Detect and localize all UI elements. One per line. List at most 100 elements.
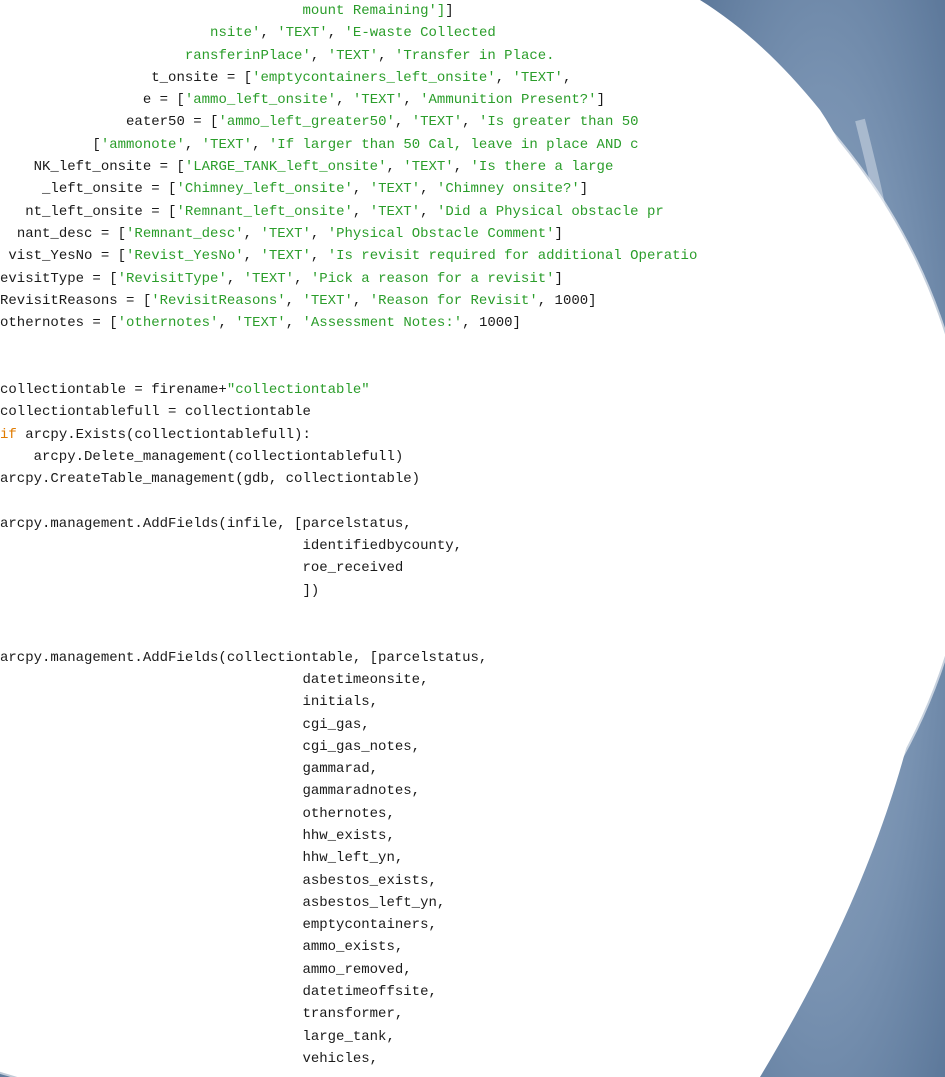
code-text: , xyxy=(420,203,437,220)
code-text: identifiedbycounty, xyxy=(0,538,463,555)
code-string: 'Is revisit required for additional Oper… xyxy=(327,248,698,265)
code-text: ] xyxy=(596,92,605,109)
code-string: 'Is there a large xyxy=(470,159,614,176)
code-string: 'Remnant_left_onsite' xyxy=(176,203,353,220)
code-text: ] xyxy=(579,181,589,198)
code-text: othernotes, xyxy=(0,805,395,822)
code-line: arcpy.management.AddFields(infile, [parc… xyxy=(0,513,945,535)
code-line: emptycontainers, xyxy=(0,914,945,936)
code-text: , xyxy=(243,248,261,265)
code-line: ransferinPlace', 'TEXT', 'Transfer in Pl… xyxy=(0,45,945,67)
code-text: , xyxy=(260,25,278,42)
code-line: RevisitReasons = ['RevisitReasons', 'TEX… xyxy=(0,290,945,312)
code-string: 'TEXT' xyxy=(243,270,295,287)
code-text: vist_YesNo = [ xyxy=(8,248,127,265)
code-line: roe_received xyxy=(0,557,945,579)
code-string: 'TEXT' xyxy=(369,181,421,198)
code-text: , xyxy=(285,292,303,309)
code-string: 'emptycontainers_left_onsite' xyxy=(252,69,496,86)
code-text: asbestos_exists, xyxy=(0,872,437,889)
code-string: 'RevisitReasons' xyxy=(151,292,286,309)
code-string: 'TEXT' xyxy=(411,114,463,131)
code-text: t_onsite = [ xyxy=(151,69,253,86)
code-string: 'TEXT' xyxy=(512,69,563,86)
code-text: , xyxy=(310,47,328,64)
code-line: datetimeonsite, xyxy=(0,669,945,691)
code-string: 'ammonote' xyxy=(100,136,185,153)
code-line: t_onsite = ['emptycontainers_left_onsite… xyxy=(0,67,945,89)
code-string: 'Assessment Notes:' xyxy=(302,315,463,332)
code-text: , xyxy=(243,225,261,242)
code-text: arcpy.Exists(collectiontablefull): xyxy=(16,426,311,443)
code-text: , xyxy=(352,203,370,220)
code-text: nant_desc = [ xyxy=(16,225,127,242)
code-string: 'LARGE_TANK_left_onsite' xyxy=(184,159,387,176)
code-text: , xyxy=(336,92,353,109)
code-string: 'TEXT' xyxy=(201,136,253,153)
code-string: 'If larger than 50 Cal, leave in place A… xyxy=(268,136,639,153)
code-text: , 1000] xyxy=(537,292,597,309)
code-line: ammo_exists, xyxy=(0,936,945,958)
code-text: ] xyxy=(445,3,454,19)
code-string: 'Did a Physical obstacle pr xyxy=(436,203,664,220)
code-line: gammarad, xyxy=(0,758,945,780)
code-string: 'TEXT' xyxy=(369,203,421,220)
code-text: , xyxy=(310,248,328,265)
code-string: 'TEXT' xyxy=(260,248,311,265)
code-text: othernotes = [ xyxy=(0,315,118,332)
code-line: hhw_exists, xyxy=(0,825,945,847)
code-string: 'Revist_YesNo' xyxy=(126,248,244,265)
code-line: hhw_left_yn, xyxy=(0,847,945,869)
code-text: hhw_left_yn, xyxy=(0,850,404,867)
code-text: ] xyxy=(554,225,563,242)
code-line: collectiontable = firename+"collectionta… xyxy=(0,379,945,401)
code-string: 'Pick a reason for a revisit' xyxy=(310,270,555,287)
code-line: large_tank, xyxy=(0,1026,945,1048)
code-text: , xyxy=(252,136,269,153)
code-string: 'RevisitType' xyxy=(117,270,227,287)
code-line: nsite', 'TEXT', 'E-waste Collected xyxy=(0,22,945,44)
code-text: RevisitReasons = [ xyxy=(0,292,152,309)
code-text: , xyxy=(218,315,236,332)
code-text: , xyxy=(562,69,572,86)
code-string: mount Remaining'] xyxy=(302,3,446,19)
code-string: 'Remnant_desc' xyxy=(126,225,244,242)
code-line: if arcpy.Exists(collectiontablefull): xyxy=(0,424,945,446)
code-text: , xyxy=(310,225,328,242)
code-string: 'othernotes' xyxy=(117,315,219,332)
code-text: arcpy.Delete_management(collectiontablef… xyxy=(0,448,404,465)
code-text: roe_received xyxy=(0,560,404,577)
code-line: vist_YesNo = ['Revist_YesNo', 'TEXT', 'I… xyxy=(0,245,945,267)
code-string: 'TEXT' xyxy=(277,25,328,42)
code-string: 'TEXT' xyxy=(260,225,311,242)
code-text: , 1000] xyxy=(462,315,521,332)
code-string: 'TEXT' xyxy=(403,159,454,176)
code-line: ['ammonote', 'TEXT', 'If larger than 50 … xyxy=(0,134,945,156)
code-editor: mount Remaining']] nsite', 'TEXT', 'E-wa… xyxy=(0,0,945,1077)
code-text: , xyxy=(453,159,471,176)
code-text: asbestos_left_yn, xyxy=(0,894,446,911)
code-text: , xyxy=(327,25,345,42)
code-string: 'Chimney onsite?' xyxy=(436,181,580,198)
code-text: gammarad, xyxy=(0,761,379,778)
code-text: _left_onsite = [ xyxy=(42,181,177,198)
code-string: 'TEXT' xyxy=(302,292,353,309)
circular-code-crop: mount Remaining']] nsite', 'TEXT', 'E-wa… xyxy=(0,0,945,1077)
code-line: gammaradnotes, xyxy=(0,780,945,802)
code-line: eater50 = ['ammo_left_greater50', 'TEXT'… xyxy=(0,111,945,133)
code-line: ammo_removed, xyxy=(0,959,945,981)
code-text: collectiontable = firename+ xyxy=(0,382,227,399)
code-text: , xyxy=(294,270,311,287)
code-text: , xyxy=(386,159,404,176)
code-text: NK_left_onsite = [ xyxy=(33,159,185,176)
screenshot-canvas: mount Remaining']] nsite', 'TEXT', 'E-wa… xyxy=(0,0,945,1077)
